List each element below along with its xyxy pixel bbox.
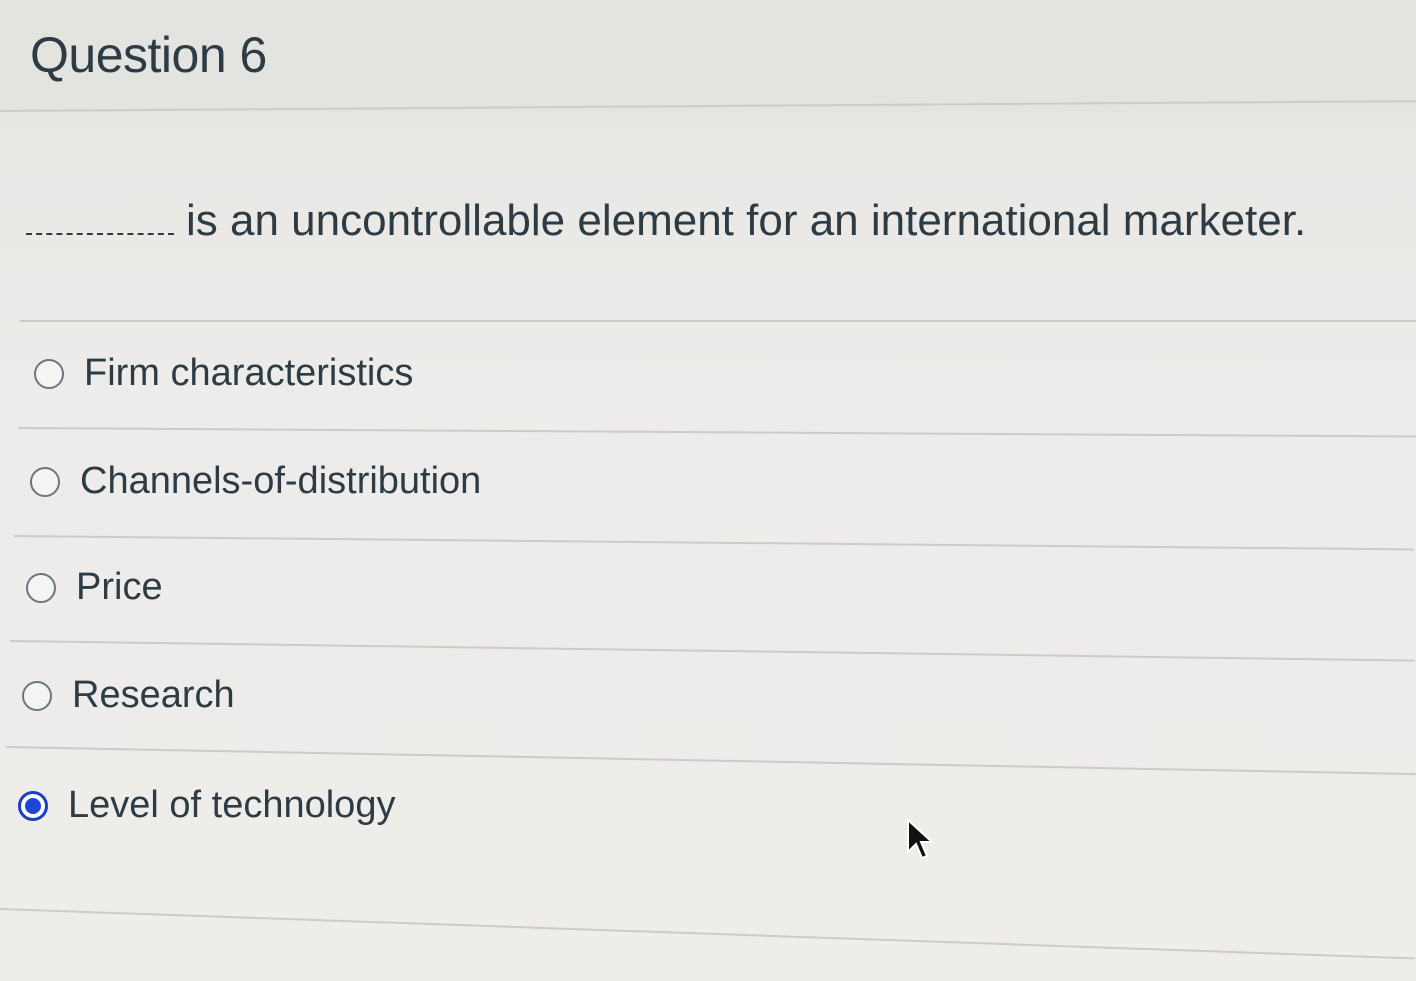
option-research[interactable]: Research bbox=[22, 674, 235, 717]
divider bbox=[9, 640, 1415, 662]
question-header: Question 6 bbox=[0, 0, 1416, 112]
question-text: is an uncontrollable element for an inte… bbox=[26, 196, 1306, 246]
option-label: Research bbox=[72, 674, 235, 716]
option-label: Price bbox=[76, 566, 163, 608]
divider bbox=[13, 535, 1414, 551]
divider bbox=[17, 427, 1416, 438]
bottom-divider bbox=[0, 908, 1416, 960]
option-level-of-technology[interactable]: Level of technology bbox=[18, 784, 395, 827]
quiz-page: Question 6 is an uncontrollable element … bbox=[0, 0, 1416, 981]
radio-button[interactable] bbox=[22, 680, 52, 711]
question-stem: is an uncontrollable element for an inte… bbox=[186, 196, 1307, 245]
divider bbox=[5, 746, 1416, 776]
option-price[interactable]: Price bbox=[26, 566, 163, 609]
radio-button-selected[interactable] bbox=[18, 790, 48, 821]
divider bbox=[20, 320, 1416, 322]
mouse-pointer-icon bbox=[907, 818, 935, 860]
option-label: Firm characteristics bbox=[84, 352, 414, 394]
radio-button[interactable] bbox=[26, 572, 56, 603]
option-firm-characteristics[interactable]: Firm characteristics bbox=[34, 352, 413, 395]
option-label: Channels-of-distribution bbox=[80, 460, 482, 502]
radio-button[interactable] bbox=[30, 466, 60, 497]
option-channels-of-distribution[interactable]: Channels-of-distribution bbox=[30, 460, 481, 503]
option-label: Level of technology bbox=[68, 784, 396, 826]
question-title: Question 6 bbox=[30, 27, 267, 83]
radio-button[interactable] bbox=[34, 358, 64, 389]
answer-blank bbox=[26, 203, 174, 235]
